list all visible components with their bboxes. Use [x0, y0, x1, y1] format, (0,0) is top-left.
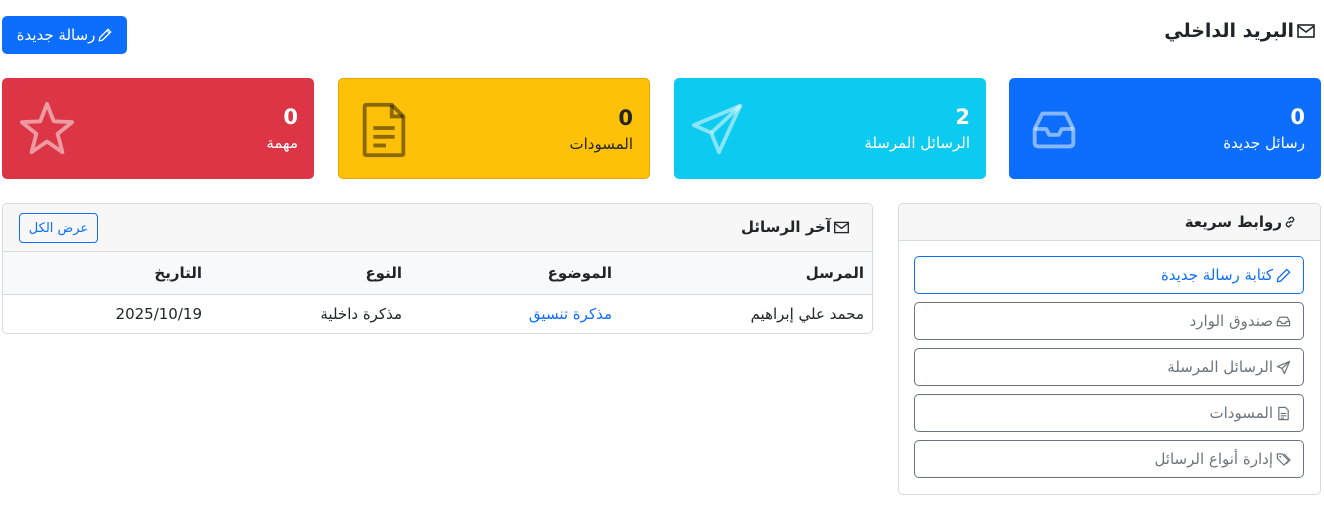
- document-icon: [1278, 406, 1289, 420]
- quick-link-drafts[interactable]: المسودات: [914, 394, 1304, 432]
- stat-label: رسائل جديدة: [1223, 134, 1305, 152]
- stat-value: 0: [283, 105, 298, 129]
- column-header-type: النوع: [202, 252, 402, 295]
- column-header-date: التاريخ: [3, 252, 202, 295]
- send-icon: [1276, 360, 1291, 374]
- stat-card-drafts: 0 المسودات: [338, 78, 650, 179]
- stat-card-sent-messages: 2 الرسائل المرسلة: [674, 78, 986, 179]
- quick-link-label: الرسائل المرسلة: [1167, 358, 1273, 376]
- star-icon: [19, 101, 75, 155]
- envelope-icon: [834, 221, 849, 233]
- document-icon: [362, 102, 406, 158]
- table-header-row: المرسل الموضوع النوع التاريخ: [3, 252, 872, 295]
- column-header-sender: المرسل: [612, 252, 872, 295]
- cell-subject-link[interactable]: مذكرة تنسيق: [529, 305, 612, 323]
- new-message-button[interactable]: رسالة جديدة: [2, 16, 127, 54]
- inbox-icon: [1032, 111, 1076, 149]
- quick-link-label: كتابة رسالة جديدة: [1160, 266, 1273, 284]
- tags-icon: [1276, 452, 1291, 466]
- recent-messages-title: آخر الرسائل: [741, 218, 850, 236]
- quick-links-title: روابط سريعة: [1184, 213, 1282, 231]
- new-message-label: رسالة جديدة: [16, 26, 96, 44]
- column-header-subject: الموضوع: [402, 252, 612, 295]
- stat-label: الرسائل المرسلة: [864, 134, 970, 152]
- recent-messages-table: المرسل الموضوع النوع التاريخ محمد علي إب…: [3, 252, 872, 333]
- page-title-text: البريد الداخلي: [1164, 20, 1294, 42]
- stat-value: 2: [955, 105, 970, 129]
- quick-link-label: المسودات: [1209, 404, 1273, 422]
- recent-messages-header: آخر الرسائل عرض الكل: [3, 204, 872, 252]
- stat-value: 0: [618, 106, 633, 130]
- stat-card-new-messages: 0 رسائل جديدة: [1009, 78, 1321, 179]
- stat-value: 0: [1290, 105, 1305, 129]
- stat-card-important: 0 مهمة: [2, 78, 314, 179]
- quick-link-label: صندوق الوارد: [1189, 312, 1273, 330]
- recent-messages-title-text: آخر الرسائل: [740, 218, 831, 236]
- table-row: محمد علي إبراهيم مذكرة تنسيق مذكرة داخلي…: [3, 294, 872, 333]
- quick-link-inbox[interactable]: صندوق الوارد: [914, 302, 1304, 340]
- view-all-button[interactable]: عرض الكل: [19, 213, 98, 243]
- stat-label: مهمة: [266, 134, 298, 152]
- recent-messages-card: آخر الرسائل عرض الكل المرسل الموضوع النو…: [2, 203, 873, 334]
- page-header: البريد الداخلي رسالة جديدة: [2, 16, 1320, 54]
- envelope-icon: [1297, 24, 1315, 38]
- cell-sender: محمد علي إبراهيم: [750, 305, 864, 324]
- link-icon: [1285, 216, 1295, 228]
- quick-link-sent[interactable]: الرسائل المرسلة: [914, 348, 1304, 386]
- send-icon: [691, 103, 743, 155]
- quick-links-card: روابط سريعة كتابة رسالة جديدة صندوق الوا…: [898, 203, 1321, 495]
- pencil-icon: [1276, 267, 1291, 282]
- quick-link-message-types[interactable]: إدارة أنواع الرسائل: [914, 440, 1304, 478]
- quick-link-label: إدارة أنواع الرسائل: [1154, 450, 1273, 468]
- quick-links-header: روابط سريعة: [899, 204, 1320, 241]
- inbox-icon: [1276, 316, 1291, 326]
- stat-label: المسودات: [569, 135, 633, 153]
- pencil-icon: [98, 28, 113, 42]
- cell-type: مذكرة داخلية: [320, 305, 402, 324]
- cell-date: 2025/10/19: [115, 305, 202, 324]
- quick-link-compose[interactable]: كتابة رسالة جديدة: [914, 256, 1304, 294]
- page-title: البريد الداخلي: [1164, 20, 1316, 42]
